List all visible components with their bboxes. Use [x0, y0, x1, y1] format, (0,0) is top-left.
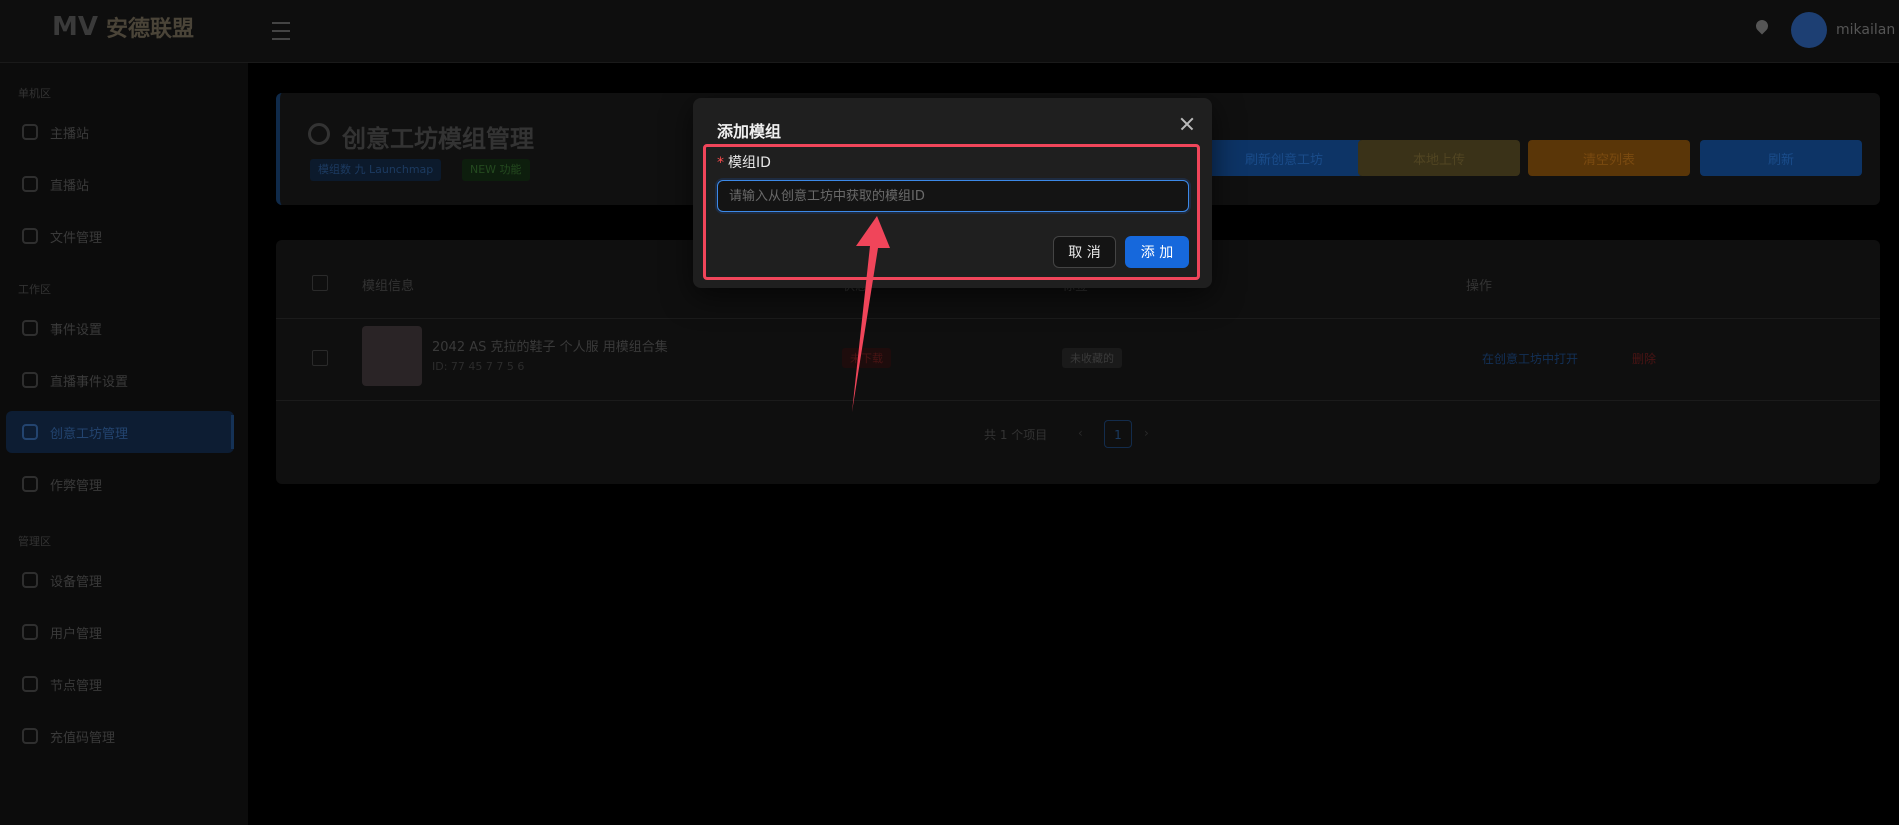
sidebar-item-label: 主播站: [50, 126, 90, 142]
sidebar-item-files[interactable]: 文件管理: [22, 215, 232, 257]
logo-letters: MV: [52, 12, 98, 42]
sidebar-item-label: 节点管理: [50, 678, 103, 694]
sidebar-item-label: 直播站: [50, 178, 90, 194]
divider: [276, 400, 1880, 401]
delete-link[interactable]: 删除: [1632, 350, 1656, 367]
add-mod-dialog: 添加模组 *模组ID 取 消 添 加: [693, 98, 1212, 288]
mod-title: 2042 AS 克拉的鞋子 个人服 用模组合集: [432, 340, 668, 355]
sidebar-item-label: 文件管理: [50, 230, 103, 246]
sidebar-item-cheat[interactable]: 作弊管理: [22, 463, 232, 505]
required-mark: *: [717, 155, 724, 171]
add-button[interactable]: 添 加: [1125, 236, 1189, 268]
refresh-workshop-button[interactable]: 刷新创意工坊: [1205, 140, 1363, 176]
mod-tag: 未收藏的: [1062, 348, 1122, 368]
brand-name: 安德联盟: [106, 17, 195, 42]
settings-icon: [22, 372, 38, 388]
sidebar-item-users[interactable]: 用户管理: [22, 611, 232, 653]
select-all-checkbox[interactable]: [312, 275, 328, 291]
sidebar-item-label: 作弊管理: [50, 478, 103, 494]
pagination-page[interactable]: 1: [1104, 420, 1132, 448]
sidebar-item-label: 事件设置: [50, 322, 103, 338]
users-icon: [22, 624, 38, 640]
sidebar: 单机区 主播站 直播站 文件管理 工作区 事件设置 直播事件设置 创意工坊管理 …: [0, 63, 248, 825]
top-bar: MV 安德联盟 mikailan: [0, 0, 1899, 63]
page-title: 创意工坊模组管理: [342, 125, 534, 153]
card-icon: [22, 728, 38, 744]
column-header: 操作: [1466, 279, 1493, 294]
folder-icon: [22, 228, 38, 244]
home-icon: [22, 124, 38, 140]
menu-toggle-icon[interactable]: [272, 22, 290, 40]
dialog-title: 添加模组: [717, 122, 782, 141]
sidebar-item-label: 直播事件设置: [50, 374, 129, 390]
mod-id-label-text: 模组ID: [728, 155, 771, 171]
app-logo[interactable]: MV 安德联盟: [52, 12, 194, 42]
local-upload-button[interactable]: 本地上传: [1358, 140, 1520, 176]
sidebar-item-events[interactable]: 事件设置: [22, 307, 232, 349]
node-icon: [22, 676, 38, 692]
globe-icon: [22, 176, 38, 192]
sidebar-group-label: 管理区: [18, 535, 51, 548]
sidebar-group-label: 工作区: [18, 283, 51, 296]
open-workshop-link[interactable]: 在创意工坊中打开: [1482, 350, 1578, 367]
mod-id: ID: 77 45 7 7 5 6: [432, 360, 525, 373]
calendar-icon: [22, 320, 38, 336]
divider: [276, 318, 1880, 319]
sidebar-item-label: 设备管理: [50, 574, 103, 590]
shield-icon: [22, 476, 38, 492]
sidebar-item-devices[interactable]: 设备管理: [22, 559, 232, 601]
device-icon: [22, 572, 38, 588]
cancel-button[interactable]: 取 消: [1053, 236, 1116, 268]
next-page-icon[interactable]: ›: [1144, 426, 1149, 440]
sidebar-item-live[interactable]: 直播站: [22, 163, 232, 205]
sidebar-item-streamer[interactable]: 主播站: [22, 111, 232, 153]
sidebar-item-workshop[interactable]: 创意工坊管理: [6, 411, 234, 453]
mod-id-label: * 模组ID: [717, 152, 771, 172]
sidebar-item-label: 用户管理: [50, 626, 103, 642]
sidebar-item-label: 充值码管理: [50, 730, 116, 746]
clear-list-button[interactable]: 清空列表: [1528, 140, 1690, 176]
mod-id-input[interactable]: [717, 180, 1189, 212]
close-icon[interactable]: [1177, 114, 1197, 134]
globe-icon: [308, 123, 330, 145]
mod-thumbnail: [362, 326, 422, 386]
location-icon[interactable]: [1753, 17, 1771, 35]
sidebar-group-label: 单机区: [18, 87, 51, 100]
row-checkbox[interactable]: [312, 350, 328, 366]
sidebar-item-recharge[interactable]: 充值码管理: [22, 715, 232, 757]
sidebar-item-nodes[interactable]: 节点管理: [22, 663, 232, 705]
username[interactable]: mikailan: [1836, 22, 1895, 38]
prev-page-icon[interactable]: ‹: [1078, 426, 1083, 440]
info-tag: 模组数 九 Launchmap: [310, 159, 442, 181]
pagination-total: 共 1 个项目: [984, 428, 1048, 442]
column-header: 模组信息: [362, 279, 415, 294]
avatar[interactable]: [1791, 12, 1827, 48]
status-badge: 未下载: [842, 348, 891, 368]
grid-icon: [22, 424, 38, 440]
sidebar-item-label: 创意工坊管理: [50, 426, 129, 442]
refresh-button[interactable]: 刷新: [1700, 140, 1862, 176]
sidebar-item-live-events[interactable]: 直播事件设置: [22, 359, 232, 401]
feature-tag: NEW 功能: [462, 159, 530, 181]
